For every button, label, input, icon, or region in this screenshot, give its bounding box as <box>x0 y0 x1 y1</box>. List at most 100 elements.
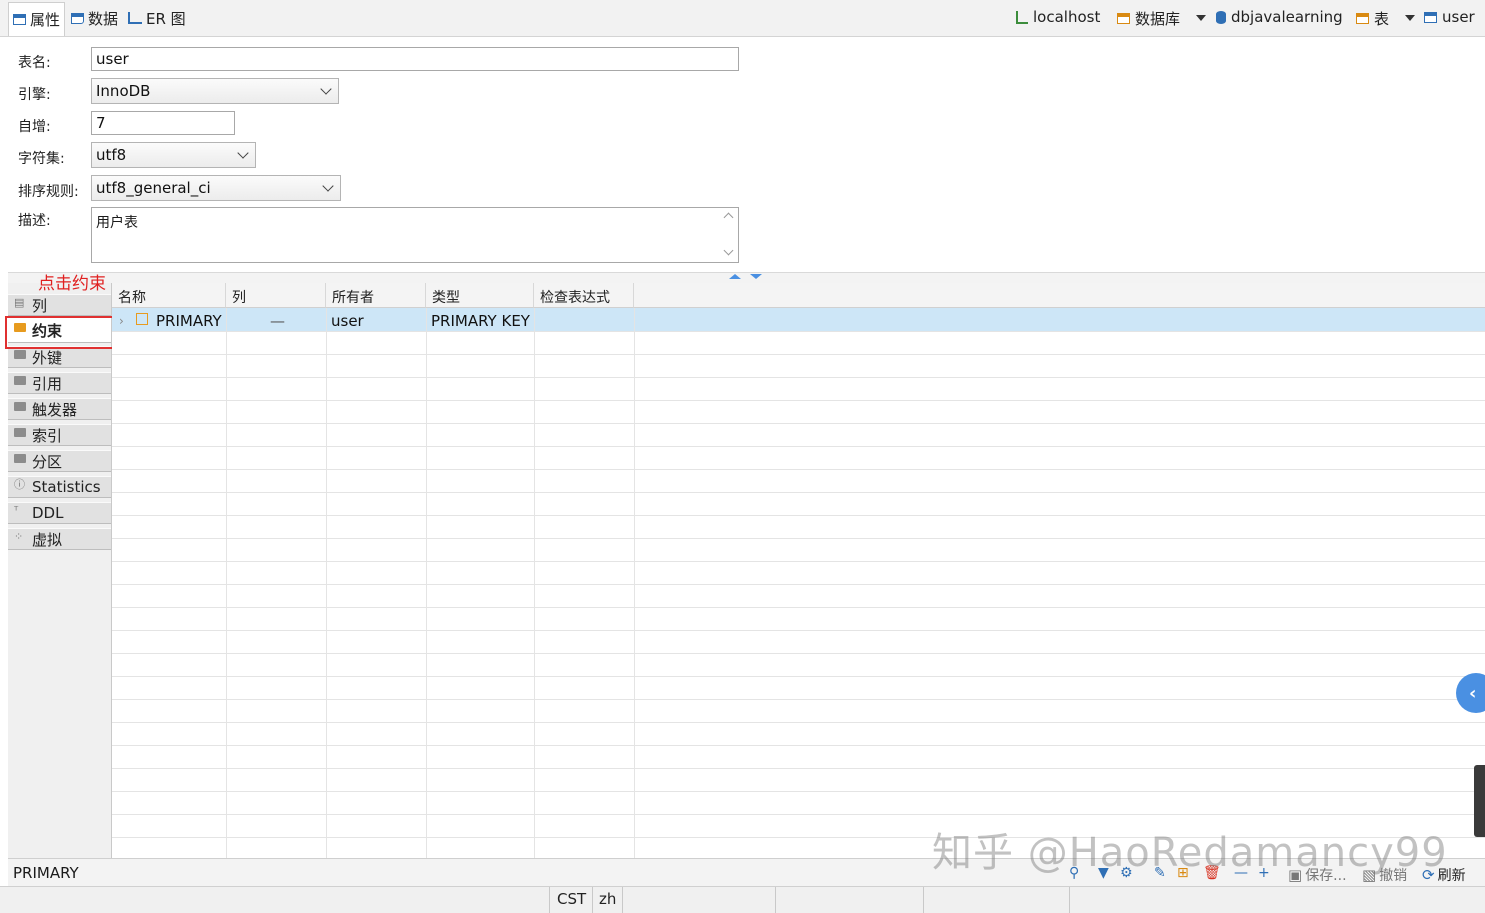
table-icon <box>1424 11 1437 23</box>
grid-row-line <box>112 768 1485 769</box>
column-header-column[interactable]: 列 <box>226 283 326 308</box>
collation-select[interactable]: utf8_general_ci <box>91 175 341 201</box>
breadcrumb-tables[interactable]: 表 <box>1356 8 1389 29</box>
grid-row-line <box>112 377 1485 378</box>
breadcrumb-database[interactable]: dbjavalearning <box>1216 8 1343 26</box>
nav-item-statistics[interactable]: ⓘ Statistics <box>8 476 111 498</box>
charset-select[interactable]: utf8 <box>91 142 256 168</box>
nav-item-references[interactable]: 引用 <box>8 372 111 394</box>
grid-row-line <box>112 653 1485 654</box>
side-widget-handle[interactable] <box>1474 765 1485 837</box>
grid-column-line <box>226 308 227 858</box>
charset-label: 字符集: <box>18 151 65 167</box>
column-header-check[interactable]: 检查表达式 <box>534 283 634 308</box>
grid-row-line <box>112 331 1485 332</box>
nav-item-virtual[interactable]: ⁘ 虚拟 <box>8 528 111 550</box>
nav-item-foreign-keys[interactable]: 外键 <box>8 346 111 368</box>
status-separator <box>592 887 593 913</box>
grid-row-line <box>112 423 1485 424</box>
columns-icon: ▤ <box>14 295 25 309</box>
grid-row-line <box>112 814 1485 815</box>
description-scrollbar[interactable] <box>720 208 738 262</box>
tab-data-label: 数据 <box>88 9 119 28</box>
chevron-down-icon <box>237 147 249 159</box>
description-value: 用户表 <box>96 215 138 231</box>
column-header-name[interactable]: 名称 <box>112 283 226 308</box>
charset-value: utf8 <box>96 146 127 164</box>
breadcrumb-table[interactable]: user <box>1424 8 1475 26</box>
column-header-filler <box>634 283 1485 308</box>
grid-column-line <box>426 308 427 858</box>
nav-item-label: Statistics <box>32 478 101 496</box>
grid-row-line <box>112 676 1485 677</box>
folder-icon <box>14 427 26 437</box>
annotation-text: 点击约束 <box>38 274 106 294</box>
table-name-input[interactable]: user <box>91 47 739 71</box>
description-label: 描述: <box>18 213 51 229</box>
status-separator <box>549 887 550 913</box>
constraints-grid: 名称 列 所有者 类型 检查表达式 › PRIMARY — user PRIMA… <box>112 283 1485 858</box>
nav-item-columns[interactable]: ▤ 列 <box>8 294 111 316</box>
scroll-up-icon[interactable] <box>723 212 734 223</box>
watermark-text: 知乎 @HaoRedamancy99 <box>932 830 1448 876</box>
description-textarea[interactable]: 用户表 <box>91 207 739 263</box>
grid-row-line <box>112 561 1485 562</box>
cell-type[interactable]: PRIMARY KEY <box>431 312 530 330</box>
nav-item-ddl[interactable]: ᵀ DDL <box>8 502 111 524</box>
status-separator <box>1069 887 1070 913</box>
nav-item-label: 列 <box>32 296 48 315</box>
chevron-right-icon[interactable]: › <box>119 314 124 328</box>
table-name-label: 表名: <box>18 55 51 71</box>
grid-row-line <box>112 699 1485 700</box>
tab-er-label: ER 图 <box>146 9 186 28</box>
nav-item-label: 引用 <box>32 374 63 393</box>
nav-item-triggers[interactable]: 触发器 <box>8 398 111 420</box>
breadcrumb-tables-label: 表 <box>1374 10 1390 28</box>
app-status-bar: CST zh <box>0 886 1485 913</box>
ddl-icon: ᵀ <box>14 503 19 517</box>
databases-dropdown-icon[interactable] <box>1196 15 1206 21</box>
grid-column-line <box>634 308 635 858</box>
grid-row-line <box>112 584 1485 585</box>
editor-tab-bar: 属性 数据 ER 图 localhost 数据库 dbjavalearning … <box>0 0 1485 37</box>
column-header-owner[interactable]: 所有者 <box>326 283 426 308</box>
breadcrumb-database-label: dbjavalearning <box>1231 8 1343 26</box>
collapse-up-icon[interactable] <box>729 274 741 279</box>
folder-icon <box>14 453 26 463</box>
nav-item-indexes[interactable]: 索引 <box>8 424 111 446</box>
table-icon <box>13 14 26 25</box>
cell-name[interactable]: PRIMARY <box>156 312 222 330</box>
locale-label[interactable]: zh <box>599 890 616 908</box>
tables-icon <box>1356 13 1369 24</box>
folder-icon <box>14 375 26 385</box>
chevron-left-icon: ‹ <box>1469 683 1477 704</box>
grid-row-line <box>112 354 1485 355</box>
engine-value: InnoDB <box>96 82 151 100</box>
properties-nav: ▤ 列 约束 外键 引用 触发器 索引 分区 ⓘ Statistics ᵀ DD… <box>8 283 112 858</box>
selected-item-label: PRIMARY <box>13 864 79 882</box>
status-separator <box>923 887 924 913</box>
cell-column[interactable]: — <box>270 312 285 330</box>
tables-dropdown-icon[interactable] <box>1405 15 1415 21</box>
grid-row-line <box>112 630 1485 631</box>
breadcrumb-host-label: localhost <box>1033 8 1101 26</box>
cell-owner[interactable]: user <box>331 312 364 330</box>
nav-item-label: 虚拟 <box>32 530 63 549</box>
annotation-highlight-box <box>5 316 116 349</box>
tab-data[interactable]: 数据 <box>67 2 122 34</box>
column-header-type[interactable]: 类型 <box>426 283 534 308</box>
grid-row-line <box>112 722 1485 723</box>
tab-properties[interactable]: 属性 <box>8 2 66 36</box>
auto-increment-input[interactable]: 7 <box>91 111 235 135</box>
engine-select[interactable]: InnoDB <box>91 78 339 104</box>
breadcrumb-databases[interactable]: 数据库 <box>1117 8 1180 29</box>
breadcrumb-host[interactable]: localhost <box>1016 8 1100 26</box>
collapse-down-icon[interactable] <box>750 274 762 279</box>
nav-item-partitions[interactable]: 分区 <box>8 450 111 472</box>
table-row[interactable] <box>112 308 1485 331</box>
auto-increment-label: 自增: <box>18 119 51 135</box>
collation-value: utf8_general_ci <box>96 179 211 197</box>
scroll-down-icon[interactable] <box>723 245 734 256</box>
panel-splitter[interactable] <box>8 272 1485 283</box>
tab-er-diagram[interactable]: ER 图 <box>124 2 190 34</box>
